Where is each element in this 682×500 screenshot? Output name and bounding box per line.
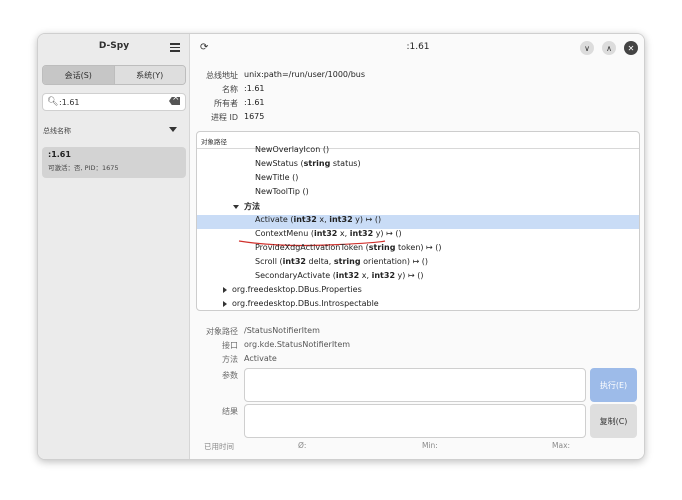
connection-name: :1.61 xyxy=(48,150,71,159)
min-time: Min: xyxy=(422,441,438,450)
hamburger-menu-icon[interactable] xyxy=(168,41,182,53)
execute-button[interactable]: 执行(E) xyxy=(590,368,637,402)
tree-row-interface[interactable]: org.freedesktop.DBus.Properties xyxy=(197,285,639,299)
search-icon: 🔍︎ xyxy=(47,97,59,107)
tree-row[interactable]: NewTitle () xyxy=(197,173,639,187)
main-pane: ⟳ :1.61 ∨ ∧ ✕ 总线地址 unix:path=/run/user/1… xyxy=(190,34,644,459)
sidebar-header: D-Spy xyxy=(38,34,190,62)
tree-row-selected[interactable]: Activate (int32 x, int32 y) ↦ () xyxy=(197,215,639,229)
pid-value: 1675 xyxy=(244,112,265,121)
search-box: 🔍︎ xyxy=(42,93,186,111)
tree-row[interactable]: NewToolTip () xyxy=(197,187,639,201)
params-input[interactable] xyxy=(244,368,586,402)
tree-row-interface[interactable]: org.freedesktop.DBus.Introspectable xyxy=(197,299,639,310)
tree-row-methods[interactable]: 方法 xyxy=(197,201,639,215)
maximize-button[interactable]: ∧ xyxy=(602,41,616,55)
address-value: unix:path=/run/user/1000/bus xyxy=(244,70,366,79)
method-label: 方法 xyxy=(222,355,238,364)
dspy-window: D-Spy 会话(S) 系统(Y) 🔍︎ 总线名称 :1.61 可激活：否, P… xyxy=(37,33,645,460)
expander-down-icon[interactable] xyxy=(233,204,239,209)
expander-right-icon[interactable] xyxy=(223,286,227,293)
sidebar: D-Spy 会话(S) 系统(Y) 🔍︎ 总线名称 :1.61 可激活：否, P… xyxy=(38,34,190,459)
owner-label: 所有者 xyxy=(214,99,238,108)
page-title: :1.61 xyxy=(406,42,430,52)
name-label: 名称 xyxy=(222,85,238,94)
expander-right-icon[interactable] xyxy=(223,300,227,307)
tree-row[interactable]: ContextMenu (int32 x, int32 y) ↦ () xyxy=(197,229,639,243)
tree-row[interactable]: SecondaryActivate (int32 x, int32 y) ↦ (… xyxy=(197,271,639,285)
elapsed-label: 已用时间 xyxy=(204,442,234,451)
tree-row[interactable]: NewStatus (string status) xyxy=(197,159,639,173)
bus-info: 总线地址 unix:path=/run/user/1000/bus 名称 :1.… xyxy=(190,70,490,126)
chevron-down-icon[interactable] xyxy=(169,127,177,132)
interface-label: 接口 xyxy=(222,341,238,350)
minimize-button[interactable]: ∨ xyxy=(580,41,594,55)
copy-button[interactable]: 复制(C) xyxy=(590,404,637,438)
name-value: :1.61 xyxy=(244,84,265,93)
list-item[interactable]: :1.61 可激活：否, PID：1675 xyxy=(42,147,186,178)
search-input[interactable] xyxy=(59,96,159,109)
tree-row[interactable]: NewOverlayIcon () xyxy=(197,145,639,159)
max-time: Max: xyxy=(552,441,571,450)
session-bus-button[interactable]: 会话(S) xyxy=(43,66,114,84)
method-value: Activate xyxy=(244,354,277,363)
bus-names-label: 总线名称 xyxy=(43,127,71,135)
object-path-label: 对象路径 xyxy=(206,327,238,336)
tree-row[interactable]: ProvideXdgActivationToken (string token)… xyxy=(197,243,639,257)
result-output[interactable] xyxy=(244,404,586,438)
clear-search-icon[interactable] xyxy=(169,97,180,105)
close-button[interactable]: ✕ xyxy=(624,41,638,55)
params-label: 参数 xyxy=(222,371,238,380)
object-path-value: /StatusNotifierItem xyxy=(244,326,320,335)
tree-row[interactable]: Scroll (int32 delta, string orientation)… xyxy=(197,257,639,271)
owner-value: :1.61 xyxy=(244,98,265,107)
system-bus-button[interactable]: 系统(Y) xyxy=(113,66,185,84)
bus-type-switcher: 会话(S) 系统(Y) xyxy=(42,65,186,85)
avg-time: Ø: xyxy=(298,441,307,450)
pid-label: 进程 ID xyxy=(210,113,238,122)
address-label: 总线地址 xyxy=(206,71,238,80)
interface-value: org.kde.StatusNotifierItem xyxy=(244,340,351,349)
connection-details: 可激活：否, PID：1675 xyxy=(48,164,119,172)
object-tree: 对象路径 NewOverlayIcon () NewStatus (string… xyxy=(196,131,640,311)
result-label: 结果 xyxy=(222,407,238,416)
method-details: 对象路径 /StatusNotifierItem 接口 org.kde.Stat… xyxy=(190,326,490,366)
tree-body: NewOverlayIcon () NewStatus (string stat… xyxy=(197,145,639,310)
